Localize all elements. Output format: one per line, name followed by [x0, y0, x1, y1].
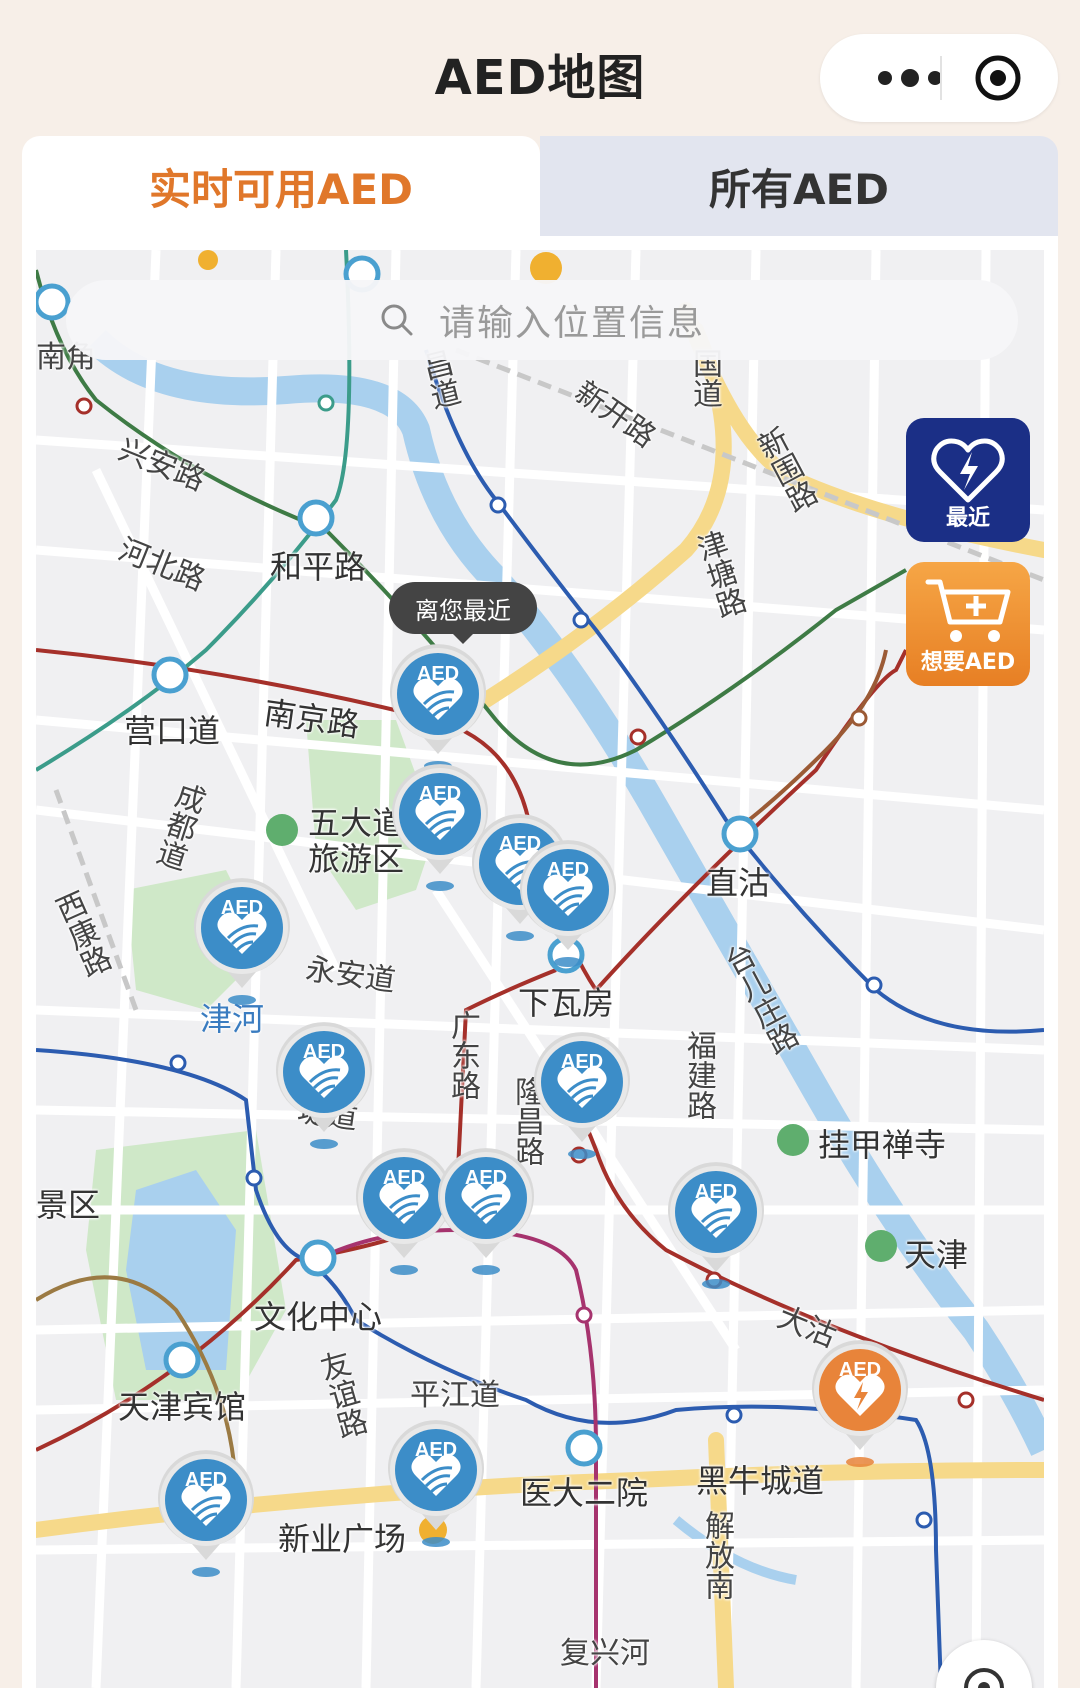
search-icon — [381, 304, 413, 336]
nearest-button-label: 最近 — [945, 506, 990, 531]
map-label-heiniucheng-dao: 黑牛城道 — [696, 1462, 825, 1500]
want-aed-button[interactable]: 想要AED — [906, 562, 1030, 686]
aed-pin-icon: AED — [668, 1162, 764, 1289]
cart-plus-icon — [925, 579, 1011, 642]
map-label-jiefang-nan: 解放南 — [699, 1510, 734, 1600]
map-label-guangdong-lu: 广东路 — [445, 1010, 480, 1100]
aed-marker-nearest[interactable]: AED — [386, 642, 490, 772]
navigation-bar: AED地图 — [0, 0, 1080, 140]
map-label-guajia-chansi: 挂甲禅寺 — [818, 1126, 947, 1164]
search-bar[interactable]: 请输入位置信息 — [66, 280, 1018, 360]
map-label-zhigu: 直沽 — [706, 864, 771, 902]
search-placeholder: 请输入位置信息 — [438, 303, 705, 344]
aed-pin-icon: AED — [438, 1148, 534, 1275]
tab-available-aed[interactable]: 实时可用AED — [22, 136, 540, 236]
locate-icon — [964, 1668, 1004, 1688]
map-label-tianjin-binguan: 天津宾馆 — [118, 1388, 247, 1426]
mini-program-capsule — [820, 34, 1058, 122]
aed-marker[interactable]: AED — [272, 1020, 376, 1150]
tab-all-aed[interactable]: 所有AED — [540, 136, 1058, 236]
aed-marker[interactable]: AED — [434, 1146, 538, 1276]
map-label-jingqu: 景区 — [36, 1186, 101, 1224]
map-view[interactable]: 和平路 营口道 南京路 五大道 旅游区 直沽 下瓦房 永安道 津河 广东路 隆昌… — [36, 250, 1044, 1688]
map-label-fujian-lu: 福建路 — [681, 1030, 716, 1120]
aed-marker[interactable]: AED — [190, 876, 294, 1006]
more-dot-icon — [878, 71, 892, 85]
nearest-tooltip: 离您最近 — [389, 582, 537, 644]
aed-marker-orange[interactable]: AED — [808, 1338, 912, 1468]
close-target-icon[interactable] — [974, 54, 1022, 102]
aed-pin-icon: AED — [390, 644, 486, 771]
map-label-xiawafang: 下瓦房 — [518, 984, 615, 1022]
capsule-divider — [940, 56, 942, 100]
aed-pin-icon: AED — [520, 840, 616, 967]
map-label-yida-eryuan: 医大二院 — [520, 1474, 649, 1512]
aed-pin-icon: AED — [194, 878, 290, 1005]
aed-marker[interactable]: AED — [530, 1030, 634, 1160]
more-dot-icon — [901, 69, 919, 87]
map-label-pingjiang-dao: 平江道 — [410, 1378, 500, 1413]
aed-pin-icon: AED — [388, 1420, 484, 1547]
map-label-wenhua-zhongxin: 文化中心 — [254, 1298, 383, 1336]
map-label-tianjin: 天津 — [904, 1236, 969, 1274]
map-container: 和平路 营口道 南京路 五大道 旅游区 直沽 下瓦房 永安道 津河 广东路 隆昌… — [22, 236, 1058, 1688]
map-label-fuxing-he: 复兴河 — [560, 1636, 650, 1671]
want-aed-button-label: 想要AED — [920, 650, 1016, 675]
more-menu-button[interactable] — [850, 34, 970, 122]
map-label-heping-lu: 和平路 — [270, 548, 367, 586]
tab-bar: 实时可用AED 所有AED — [22, 136, 1058, 236]
aed-pin-icon: AED — [534, 1032, 630, 1159]
nearest-button[interactable]: 最近 — [906, 418, 1030, 542]
locate-button[interactable] — [936, 1640, 1032, 1688]
aed-pin-icon: AED — [812, 1340, 908, 1467]
aed-marker[interactable]: AED — [664, 1160, 768, 1290]
map-label-yingkou-dao: 营口道 — [124, 712, 221, 750]
aed-pin-icon: AED — [276, 1022, 372, 1149]
aed-marker[interactable]: AED — [154, 1448, 258, 1578]
aed-marker[interactable]: AED — [516, 838, 620, 968]
aed-marker[interactable]: AED — [384, 1418, 488, 1548]
aed-pin-icon: AED — [158, 1450, 255, 1577]
